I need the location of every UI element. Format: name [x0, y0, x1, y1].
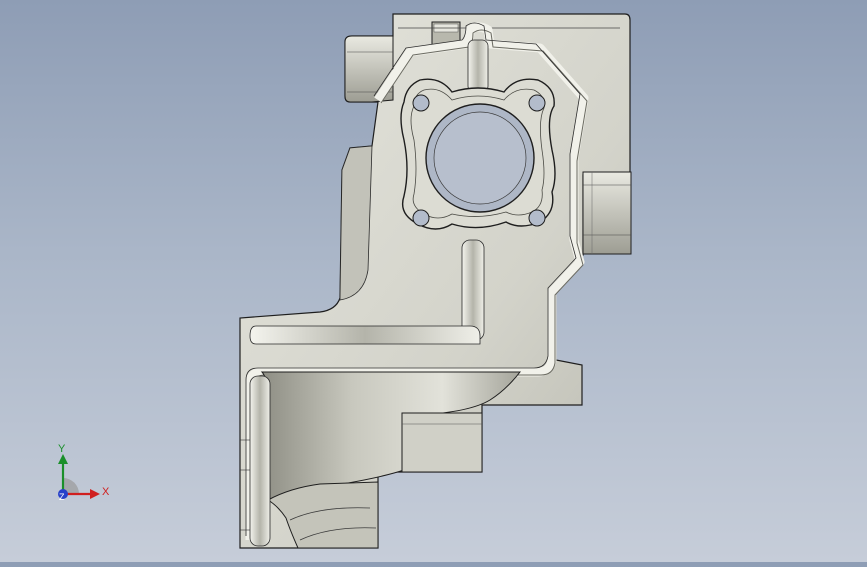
model-part-svg[interactable] — [0, 0, 867, 562]
bolt-hole-bl — [412, 209, 430, 227]
left-rail — [249, 375, 271, 547]
y-axis-label: Y — [58, 443, 66, 455]
cad-3d-viewport[interactable] — [0, 0, 867, 562]
bolt-hole-tl — [412, 94, 430, 112]
horizontal-rail — [249, 325, 481, 345]
bolt-hole-tr — [528, 94, 546, 112]
z-axis-label: Z — [59, 492, 65, 502]
bolt-hole-br — [528, 209, 546, 227]
center-rail-bottom — [461, 239, 485, 341]
y-axis-arrow — [58, 454, 68, 464]
right-boss — [582, 171, 632, 255]
center-rail-top — [467, 39, 489, 93]
coordinate-triad: X Y Z — [48, 438, 118, 508]
x-axis-label: X — [102, 486, 110, 498]
x-axis-arrow — [90, 489, 100, 499]
lower-block — [401, 412, 483, 473]
